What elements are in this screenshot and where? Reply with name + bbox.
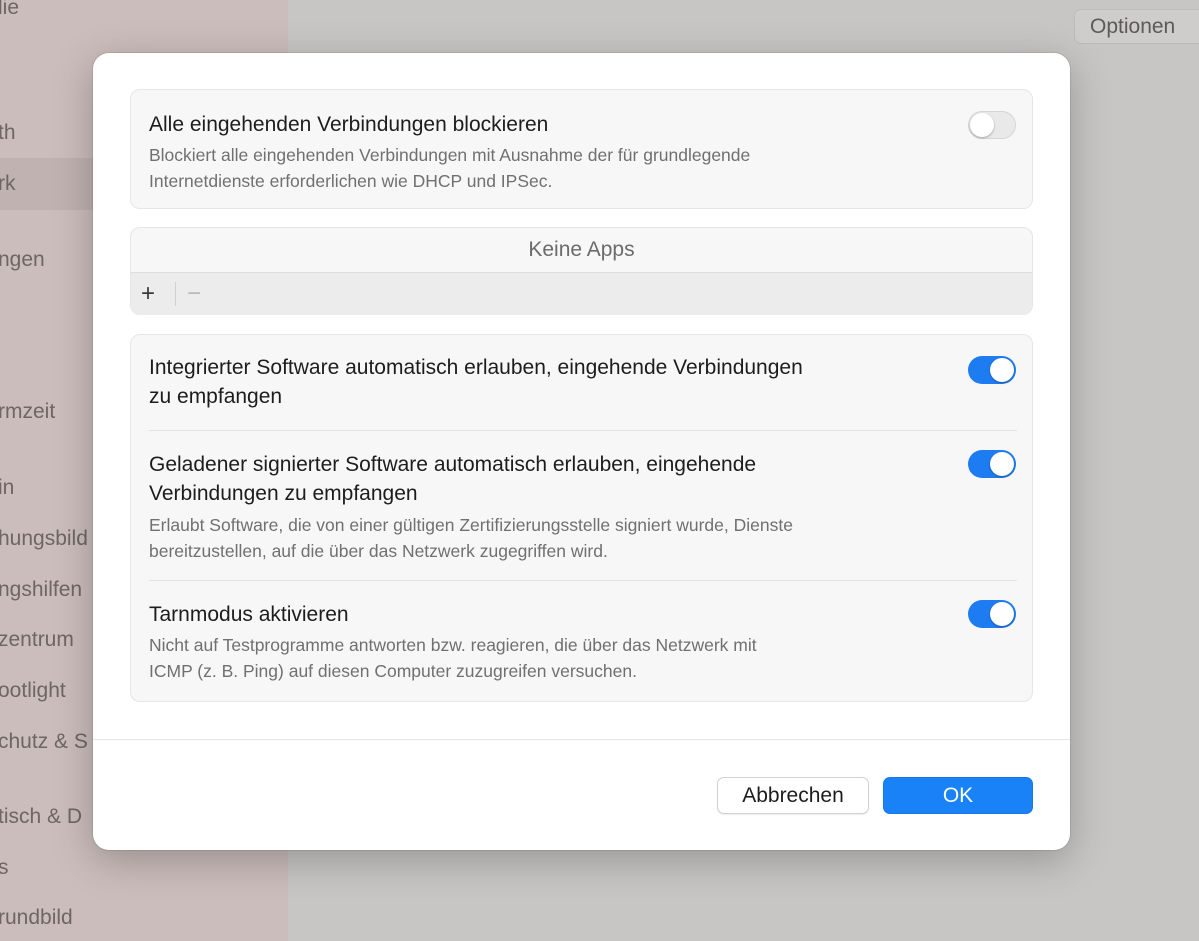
apps-list-group: Keine Apps + − bbox=[130, 227, 1033, 315]
sidebar-item[interactable]: lie bbox=[0, 0, 19, 20]
stealth-title: Tarnmodus aktivieren bbox=[149, 603, 349, 626]
toggle-knob bbox=[970, 113, 994, 137]
signed-title-line1: Geladener signierter Software automatisc… bbox=[149, 453, 757, 476]
toggle-knob bbox=[990, 602, 1014, 626]
signed-desc-line1: Erlaubt Software, die von einer gültigen… bbox=[149, 515, 793, 535]
sidebar-item[interactable]: chutz & S bbox=[0, 730, 88, 754]
apps-empty-label: Keine Apps bbox=[528, 238, 635, 261]
block-all-toggle[interactable] bbox=[968, 111, 1016, 139]
sidebar-item[interactable]: rk bbox=[0, 172, 16, 196]
row-divider bbox=[149, 430, 1017, 431]
sidebar-item[interactable]: rundbild bbox=[0, 906, 73, 930]
cancel-button[interactable]: Abbrechen bbox=[717, 777, 869, 814]
block-all-group: Alle eingehenden Verbindungen blockieren… bbox=[130, 89, 1033, 209]
options-button[interactable]: Optionen bbox=[1074, 9, 1199, 44]
sheet-footer-divider bbox=[93, 739, 1070, 740]
sidebar-item[interactable]: s bbox=[0, 856, 9, 880]
firewall-options-sheet: Alle eingehenden Verbindungen blockieren… bbox=[93, 53, 1070, 850]
apps-list-toolbar: + − bbox=[131, 272, 1032, 315]
row-divider bbox=[149, 580, 1017, 581]
toolbar-divider bbox=[175, 282, 176, 306]
sidebar-item[interactable]: ngen bbox=[0, 248, 45, 272]
signed-toggle[interactable] bbox=[968, 450, 1016, 478]
stealth-desc-line1: Nicht auf Testprogramme antworten bzw. r… bbox=[149, 635, 757, 655]
sidebar-item[interactable]: in bbox=[0, 476, 14, 500]
sidebar-item[interactable]: ngshilfen bbox=[0, 578, 82, 602]
builtin-toggle[interactable] bbox=[968, 356, 1016, 384]
block-all-desc-line1: Blockiert alle eingehenden Verbindungen … bbox=[149, 145, 751, 165]
block-all-title: Alle eingehenden Verbindungen blockieren bbox=[149, 113, 549, 136]
sidebar-item[interactable]: zentrum bbox=[0, 628, 74, 652]
sidebar-item[interactable]: ootlight bbox=[0, 679, 66, 703]
remove-app-button[interactable]: − bbox=[187, 273, 201, 315]
builtin-title-line2: zu empfangen bbox=[149, 385, 283, 408]
signed-title-line2: Verbindungen zu empfangen bbox=[149, 482, 418, 505]
ok-button[interactable]: OK bbox=[883, 777, 1033, 814]
stealth-desc-line2: ICMP (z. B. Ping) auf diesen Computer zu… bbox=[149, 661, 637, 681]
signed-desc-line2: bereitzustellen, auf die über das Netzwe… bbox=[149, 541, 608, 561]
add-app-button[interactable]: + bbox=[141, 273, 155, 315]
sidebar-item[interactable]: tisch & D bbox=[0, 805, 82, 829]
sidebar-item[interactable]: hungsbild bbox=[0, 527, 88, 551]
sidebar-item[interactable]: rmzeit bbox=[0, 400, 55, 424]
software-settings-group: Integrierter Software automatisch erlaub… bbox=[130, 334, 1033, 702]
block-all-desc-line2: Internetdienste erforderlichen wie DHCP … bbox=[149, 171, 553, 191]
stealth-toggle[interactable] bbox=[968, 600, 1016, 628]
sidebar-item[interactable]: th bbox=[0, 121, 16, 145]
toggle-knob bbox=[990, 452, 1014, 476]
builtin-title-line1: Integrierter Software automatisch erlaub… bbox=[149, 356, 803, 379]
toggle-knob bbox=[990, 358, 1014, 382]
